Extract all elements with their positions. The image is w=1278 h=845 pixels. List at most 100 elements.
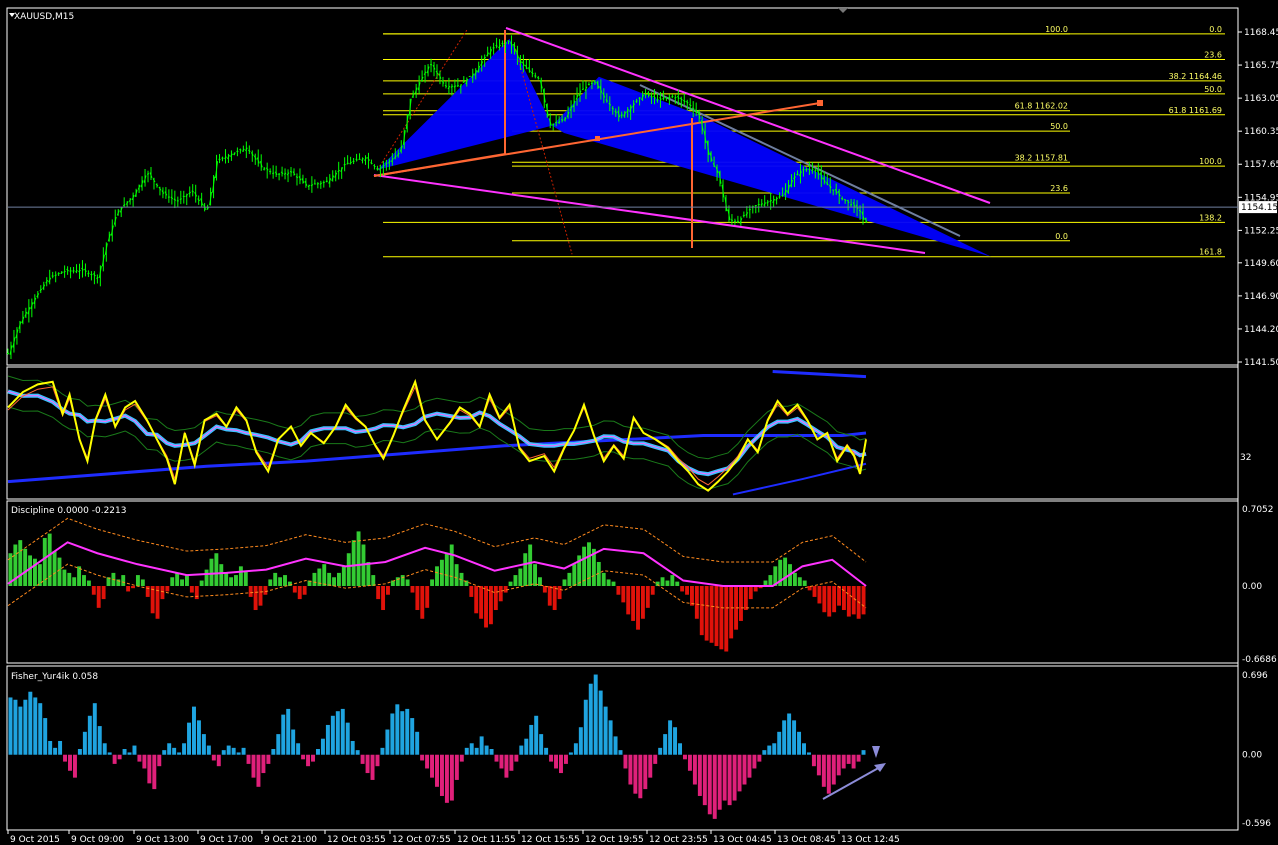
fisher-bar [142,754,147,769]
discipline-bar [175,572,180,586]
discipline-bar [214,553,219,586]
fisher-bar [811,754,816,767]
fisher-bar [583,699,588,755]
fisher-bar [851,754,856,769]
chart-canvas[interactable]: 100.0 23.6 38.2 1164.46 50.0 61.8 1162.02 0.0… [0,0,1278,845]
candle-body [688,103,692,107]
candle-body [805,168,808,171]
fisher-bar [742,754,747,785]
candle-body [760,203,764,206]
candle-body [766,201,770,204]
fisher-bar [385,729,390,755]
fisher-bar [474,747,479,755]
discipline-bar [189,585,194,593]
fisher-bar [717,754,722,810]
candle-body [96,277,99,279]
fisher-bar [430,754,435,778]
fib-level-label: 100.0 [1045,25,1068,34]
discipline-bar [121,575,126,586]
candle-body [307,184,311,188]
discipline-bar [802,580,807,586]
fisher-bar [167,743,172,755]
orange-handle [595,136,600,141]
fisher-bar [77,749,82,755]
discipline-bar [194,585,199,600]
discipline-bar [165,585,170,592]
fisher-bar [772,743,777,755]
rsi-envelope [7,406,867,491]
time-tick-label: 9 Oct 09:00 [71,835,124,845]
fisher-bar [241,747,246,755]
fisher-bar [23,699,28,755]
fisher-bar [519,745,524,755]
discipline-bar [572,564,577,586]
fisher-bar [534,715,539,755]
fisher-bar [286,708,291,755]
fisher-bar [678,743,682,755]
discipline-title: Discipline 0.0000 -0.2213 [11,506,126,516]
fisher-bar [747,754,752,778]
fib-level-label: 61.8 1161.69 [1169,106,1222,115]
fisher-bar [668,720,673,755]
fisher-bar [395,704,400,755]
arrow-head-icon [874,763,886,772]
fib-level-label: 23.6 [1204,51,1222,60]
fisher-bar [196,720,201,755]
discipline-panel-frame [6,500,1239,664]
fisher-bar [38,703,43,755]
fisher-bar [727,754,732,806]
discipline-bar [645,585,650,608]
discipline-bar [528,544,533,586]
fisher-bar [539,734,544,755]
time-tick-label: 13 Oct 04:45 [713,835,772,845]
fisher-bar [444,754,449,803]
fisher-bar [702,754,707,806]
time-tick-label: 12 Oct 19:55 [585,835,644,845]
discipline-envelope [7,517,867,563]
fib-level-label: 23.6 [1050,184,1068,193]
discipline-bar [435,566,439,586]
candle-body [733,220,737,223]
discipline-bar [743,585,748,611]
discipline-bar [587,542,591,586]
fisher-bar [13,699,18,755]
fisher-bar [439,754,444,796]
discipline-bar [832,585,837,613]
fisher-bar [112,754,117,764]
fisher-bar [777,731,782,755]
discipline-bar [332,577,336,586]
discipline-bar [484,585,488,628]
candle-body [682,99,686,103]
fib-level-label: 0.0 [1209,25,1222,34]
candle-body [808,168,811,171]
fisher-bar [187,722,192,755]
fisher-bar [306,754,311,767]
fisher-bar [489,749,494,755]
discipline-bar [542,585,547,593]
discipline-bar [611,581,616,586]
fisher-bar [578,727,583,755]
candle-body [796,173,799,176]
discipline-bar [454,564,459,586]
fib-level-label: 0.0 [1055,232,1068,241]
discipline-bar [356,531,361,586]
fisher-bar [524,738,529,755]
fisher-bar [692,754,697,785]
price-tick-label: 1165.75 [1244,61,1278,71]
discipline-bar [650,585,655,595]
fisher-bar [72,754,77,778]
discipline-bar [439,559,444,586]
fisher-bar [92,703,97,755]
discipline-bar [739,585,743,621]
candle-body [87,272,90,275]
chart-shift-marker-icon[interactable] [838,8,848,13]
fisher-bar [122,749,127,755]
fisher-tick-label: 0.00 [1242,751,1262,761]
candle-body [581,88,585,91]
main-chart-layer: 100.0 23.6 38.2 1164.46 50.0 61.8 1162.02 0.0… [6,25,1238,360]
fisher-bar [653,754,658,764]
fisher-bar [549,754,554,762]
candle-body [170,196,174,200]
fisher-bar [375,754,380,767]
fisher-bar [638,754,643,799]
